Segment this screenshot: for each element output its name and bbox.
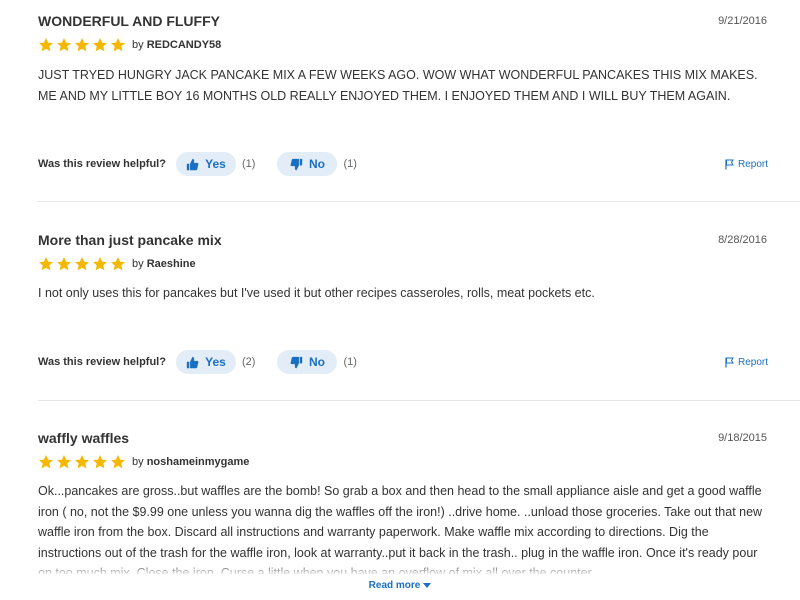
by-prefix: by — [132, 39, 144, 51]
helpful-yes-button[interactable]: Yes — [176, 350, 236, 374]
no-count: (1) — [343, 356, 357, 368]
review-body: I not only uses this for pancakes but I'… — [38, 286, 595, 300]
rating-row: by Raeshine — [38, 255, 196, 273]
star-rating — [38, 454, 126, 470]
report-link[interactable]: Report — [725, 159, 768, 170]
star-icon — [111, 455, 125, 469]
review-author: Raeshine — [146, 258, 196, 270]
review-divider — [38, 201, 800, 202]
star-icon — [93, 455, 107, 469]
star-icon — [57, 455, 71, 469]
review-byline: by noshameinmygame — [132, 456, 249, 468]
review-title: WONDERFUL AND FLUFFY — [38, 13, 220, 29]
flag-icon — [725, 159, 734, 169]
star-icon — [111, 257, 125, 271]
review-divider — [38, 400, 800, 401]
review-date: 8/28/2016 — [718, 234, 767, 246]
rating-row: by REDCANDY58 — [38, 36, 221, 54]
no-label: No — [308, 355, 325, 369]
by-prefix: by — [132, 456, 144, 468]
thumbs-down-icon — [290, 356, 303, 368]
helpful-label: Was this review helpful? — [38, 356, 166, 368]
thumbs-up-icon — [186, 158, 199, 170]
review-author: noshameinmygame — [146, 456, 250, 468]
review-title: waffly waffles — [38, 430, 130, 446]
star-rating — [38, 37, 126, 53]
review-author: REDCANDY58 — [146, 39, 222, 51]
no-count: (1) — [343, 158, 357, 170]
review-body-clip: Ok...pancakes are gross..but waffles are… — [38, 481, 778, 574]
review-body: JUST TRYED HUNGRY JACK PANCAKE MIX A FEW… — [38, 68, 758, 103]
report-label: Report — [737, 158, 768, 170]
yes-label: Yes — [205, 355, 226, 369]
helpful-no-button[interactable]: No — [277, 152, 338, 176]
star-icon — [93, 257, 107, 271]
review-body: Ok...pancakes are gross..but waffles are… — [38, 484, 763, 574]
star-icon — [93, 38, 107, 52]
star-icon — [39, 455, 53, 469]
helpful-label: Was this review helpful? — [38, 158, 166, 170]
star-icon — [75, 257, 89, 271]
read-more-row: Read more — [0, 575, 800, 593]
helpful-no-button[interactable]: No — [277, 350, 338, 374]
review-date: 9/18/2015 — [718, 432, 767, 444]
helpful-yes-button[interactable]: Yes — [176, 152, 236, 176]
star-icon — [111, 38, 125, 52]
truncation-fade — [0, 562, 800, 576]
star-rating — [38, 256, 126, 272]
yes-count: (2) — [242, 356, 256, 368]
yes-label: Yes — [205, 157, 226, 171]
report-label: Report — [737, 356, 768, 368]
star-icon — [39, 257, 53, 271]
chevron-down-icon — [423, 583, 432, 588]
review-byline: by REDCANDY58 — [132, 39, 221, 51]
no-label: No — [308, 157, 325, 171]
helpful-row: Was this review helpful? Yes (1) No (1) … — [38, 151, 768, 177]
thumbs-down-icon — [290, 158, 303, 170]
star-icon — [57, 38, 71, 52]
helpful-row: Was this review helpful? Yes (2) No (1) … — [38, 349, 768, 375]
star-icon — [57, 257, 71, 271]
review-title: More than just pancake mix — [38, 232, 222, 248]
star-icon — [75, 38, 89, 52]
by-prefix: by — [132, 258, 144, 270]
star-icon — [75, 455, 89, 469]
review-byline: by Raeshine — [132, 258, 196, 270]
rating-row: by noshameinmygame — [38, 453, 249, 471]
yes-count: (1) — [242, 158, 256, 170]
thumbs-up-icon — [186, 356, 199, 368]
star-icon — [39, 38, 53, 52]
flag-icon — [725, 357, 734, 367]
read-more-button[interactable]: Read more — [369, 580, 432, 591]
report-link[interactable]: Report — [725, 357, 768, 368]
read-more-label: Read more — [368, 580, 421, 591]
review-date: 9/21/2016 — [718, 15, 767, 27]
